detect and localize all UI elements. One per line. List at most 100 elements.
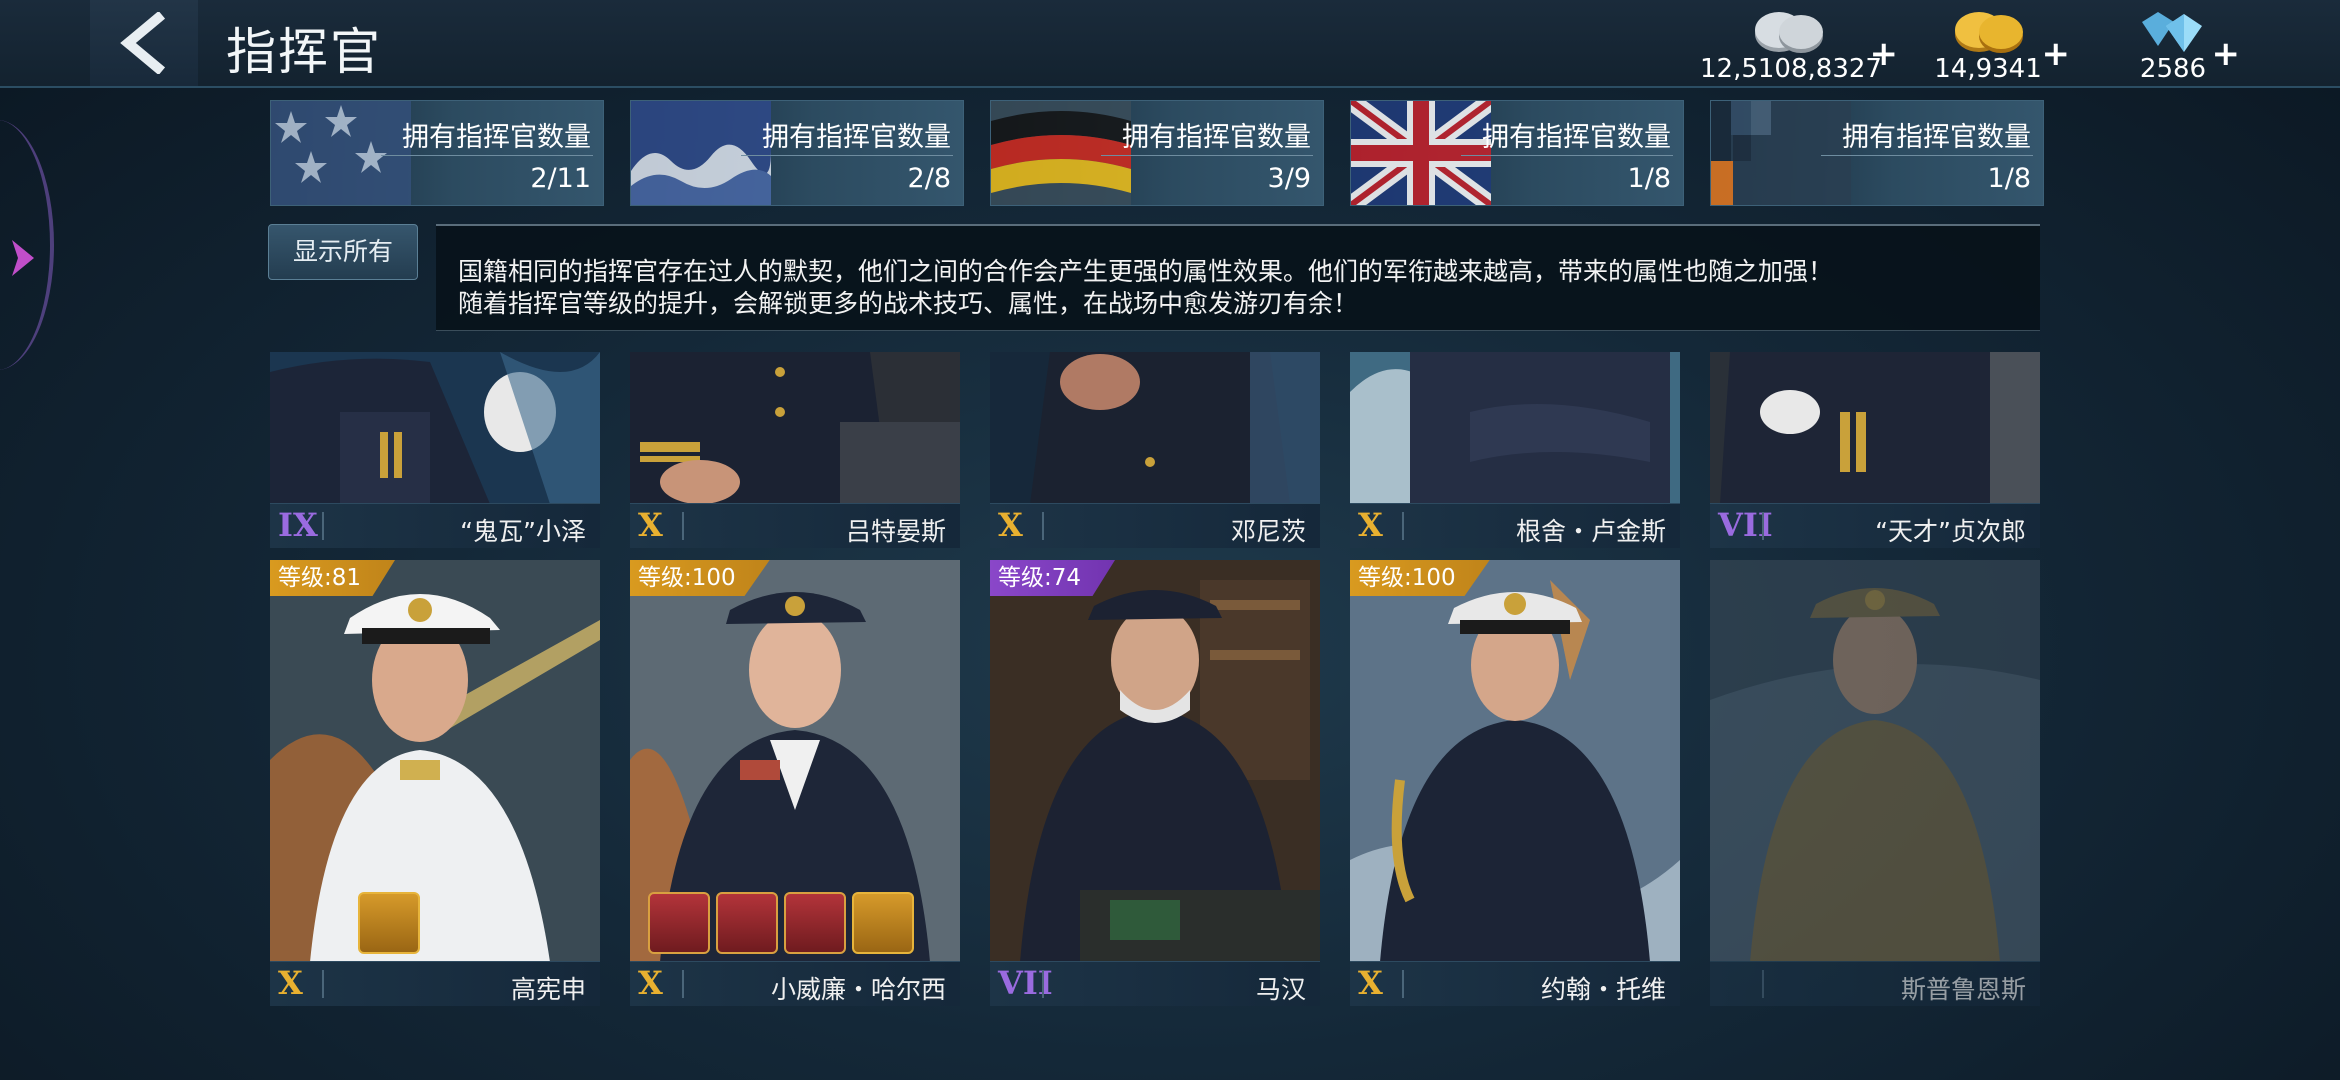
commander-card-donitz[interactable]: X 邓尼茨 <box>990 352 1320 548</box>
commander-name: 斯普鲁恩斯 <box>1900 975 2026 1004</box>
commander-card-ozawa[interactable]: IX “鬼瓦”小泽 <box>270 352 600 548</box>
side-expand-arrow-icon[interactable] <box>8 236 38 280</box>
pistol-equipment-icon[interactable] <box>716 892 778 954</box>
rank-label: X <box>998 506 1023 544</box>
commander-portrait <box>1350 560 1680 962</box>
uk-flag-icon <box>1351 101 1491 205</box>
sword-equipment-icon[interactable] <box>852 892 914 954</box>
rank-label: X <box>1358 964 1383 1002</box>
commander-card-halsey[interactable]: 等级:100 X 小威廉・哈尔西 <box>630 560 960 1006</box>
commander-namebar: X 约翰・托维 <box>1350 961 1680 1006</box>
divider <box>1762 970 1764 998</box>
nation-count: 1/8 <box>1987 163 2031 194</box>
nation-count: 2/8 <box>907 163 951 194</box>
commander-card-gao[interactable]: 等级:81 X 高宪申 <box>270 560 600 1006</box>
rank-label: X <box>638 964 663 1002</box>
nation-label: 拥有指挥官数量 <box>762 122 951 153</box>
nation-label: 拥有指挥官数量 <box>1842 122 2031 153</box>
rank-label: X <box>1358 506 1383 544</box>
rank-label: X <box>638 506 663 544</box>
commander-name: 吕特晏斯 <box>845 517 946 546</box>
divider <box>1101 155 1313 156</box>
silver-coins-icon <box>1755 12 1823 53</box>
rank-label: IX <box>278 506 318 544</box>
uniform-equipment-icon[interactable] <box>784 892 846 954</box>
nation-label: 拥有指挥官数量 <box>402 122 591 153</box>
commander-namebar: 斯普鲁恩斯 <box>1710 961 2040 1006</box>
commander-namebar: X 小威廉・哈尔西 <box>630 961 960 1006</box>
add-diamond-icon[interactable]: + <box>2212 34 2241 74</box>
germany-flag-icon <box>991 101 1131 205</box>
nation-card-other[interactable]: 拥有指挥官数量 1/8 <box>1710 100 2044 206</box>
commander-portrait <box>270 560 600 962</box>
commander-name: 邓尼茨 <box>1230 517 1306 546</box>
commander-namebar: X 吕特晏斯 <box>630 503 960 548</box>
divider <box>682 512 684 540</box>
nation-count: 1/8 <box>1627 163 1671 194</box>
divider <box>1402 512 1404 540</box>
commander-name: 高宪申 <box>510 975 586 1004</box>
info-panel: 国籍相同的指挥官存在过人的默契，他们之间的合作会产生更强的属性效果。他们的军衔越… <box>436 224 2040 331</box>
nation-card-uk[interactable]: 拥有指挥官数量 1/8 <box>1350 100 1684 206</box>
commander-name: 根舍・卢金斯 <box>1515 517 1666 546</box>
divider <box>1461 155 1673 156</box>
silver-currency[interactable]: 12,5108,8327 + <box>1700 6 1898 86</box>
commander-namebar: VII 马汉 <box>990 961 1320 1006</box>
top-bar: 指挥官 12,5108,8327 + 14,9341 + 2586 + <box>0 0 2340 88</box>
divider <box>1762 512 1764 540</box>
nation-count: 3/9 <box>1267 163 1311 194</box>
show-all-button[interactable]: 显示所有 <box>268 224 418 280</box>
nation-card-usa[interactable]: 拥有指挥官数量 2/11 <box>270 100 604 206</box>
gold-value: 14,9341 <box>1934 54 2042 84</box>
add-gold-icon[interactable]: + <box>2042 34 2071 74</box>
trinket-equipment-icon[interactable] <box>648 892 710 954</box>
pistol-equipment-icon[interactable] <box>358 892 420 954</box>
commander-portrait <box>1710 560 2040 962</box>
commander-name: 小威廉・哈尔西 <box>770 975 946 1004</box>
commander-namebar: VII “天才”贞次郎 <box>1710 503 2040 548</box>
diamond-currency[interactable]: 2586 + <box>2128 6 2240 86</box>
commander-card-mahan[interactable]: 等级:74 VII 马汉 <box>990 560 1320 1006</box>
commander-namebar: X 根舍・卢金斯 <box>1350 503 1680 548</box>
japan-wave-icon <box>631 101 771 205</box>
back-button[interactable] <box>90 0 198 86</box>
commander-name: 约翰・托维 <box>1540 975 1666 1004</box>
divider <box>741 155 953 156</box>
divider <box>381 155 593 156</box>
commander-portrait <box>630 352 960 504</box>
commander-portrait <box>990 560 1320 962</box>
commander-card-lutjens-2[interactable]: X 根舍・卢金斯 <box>1350 352 1680 548</box>
commander-name: 马汉 <box>1255 975 1306 1004</box>
diamond-value: 2586 <box>2139 54 2207 84</box>
silver-value: 12,5108,8327 <box>1700 54 1882 84</box>
commander-namebar: IX “鬼瓦”小泽 <box>270 503 600 548</box>
commander-portrait <box>270 352 600 504</box>
divider <box>1402 970 1404 998</box>
commander-name: “鬼瓦”小泽 <box>460 517 586 546</box>
commander-card-lutjens[interactable]: X 吕特晏斯 <box>630 352 960 548</box>
nation-label: 拥有指挥官数量 <box>1122 122 1311 153</box>
gold-currency[interactable]: 14,9341 + <box>1928 6 2070 86</box>
rank-label: VII <box>998 964 1053 1002</box>
nation-card-japan[interactable]: 拥有指挥官数量 2/8 <box>630 100 964 206</box>
commander-card-spruance[interactable]: 斯普鲁恩斯 <box>1710 560 2040 1006</box>
divider <box>1821 155 2033 156</box>
nation-card-germany[interactable]: 拥有指挥官数量 3/9 <box>990 100 1324 206</box>
info-line-2: 随着指挥官等级的提升，会解锁更多的战术技巧、属性，在战场中愈发游刃有余！ <box>458 289 1359 318</box>
commander-namebar: X 高宪申 <box>270 961 600 1006</box>
commander-portrait <box>1710 352 2040 504</box>
commander-card-tovey[interactable]: 等级:100 X 约翰・托维 <box>1350 560 1680 1006</box>
divider <box>322 970 324 998</box>
add-silver-icon[interactable]: + <box>1870 34 1899 74</box>
other-flag-icon <box>1711 101 1851 205</box>
back-arrow-icon <box>120 12 166 74</box>
usa-flag-icon <box>271 101 411 205</box>
nation-label: 拥有指挥官数量 <box>1482 122 1671 153</box>
gold-coins-icon <box>1955 12 2023 53</box>
divider <box>1042 512 1044 540</box>
divider <box>682 970 684 998</box>
info-line-1: 国籍相同的指挥官存在过人的默契，他们之间的合作会产生更强的属性效果。他们的军衔越… <box>458 257 1834 286</box>
commander-card-tenzai[interactable]: VII “天才”贞次郎 <box>1710 352 2040 548</box>
commander-portrait <box>1350 352 1680 504</box>
rank-label: VII <box>1718 506 1773 544</box>
